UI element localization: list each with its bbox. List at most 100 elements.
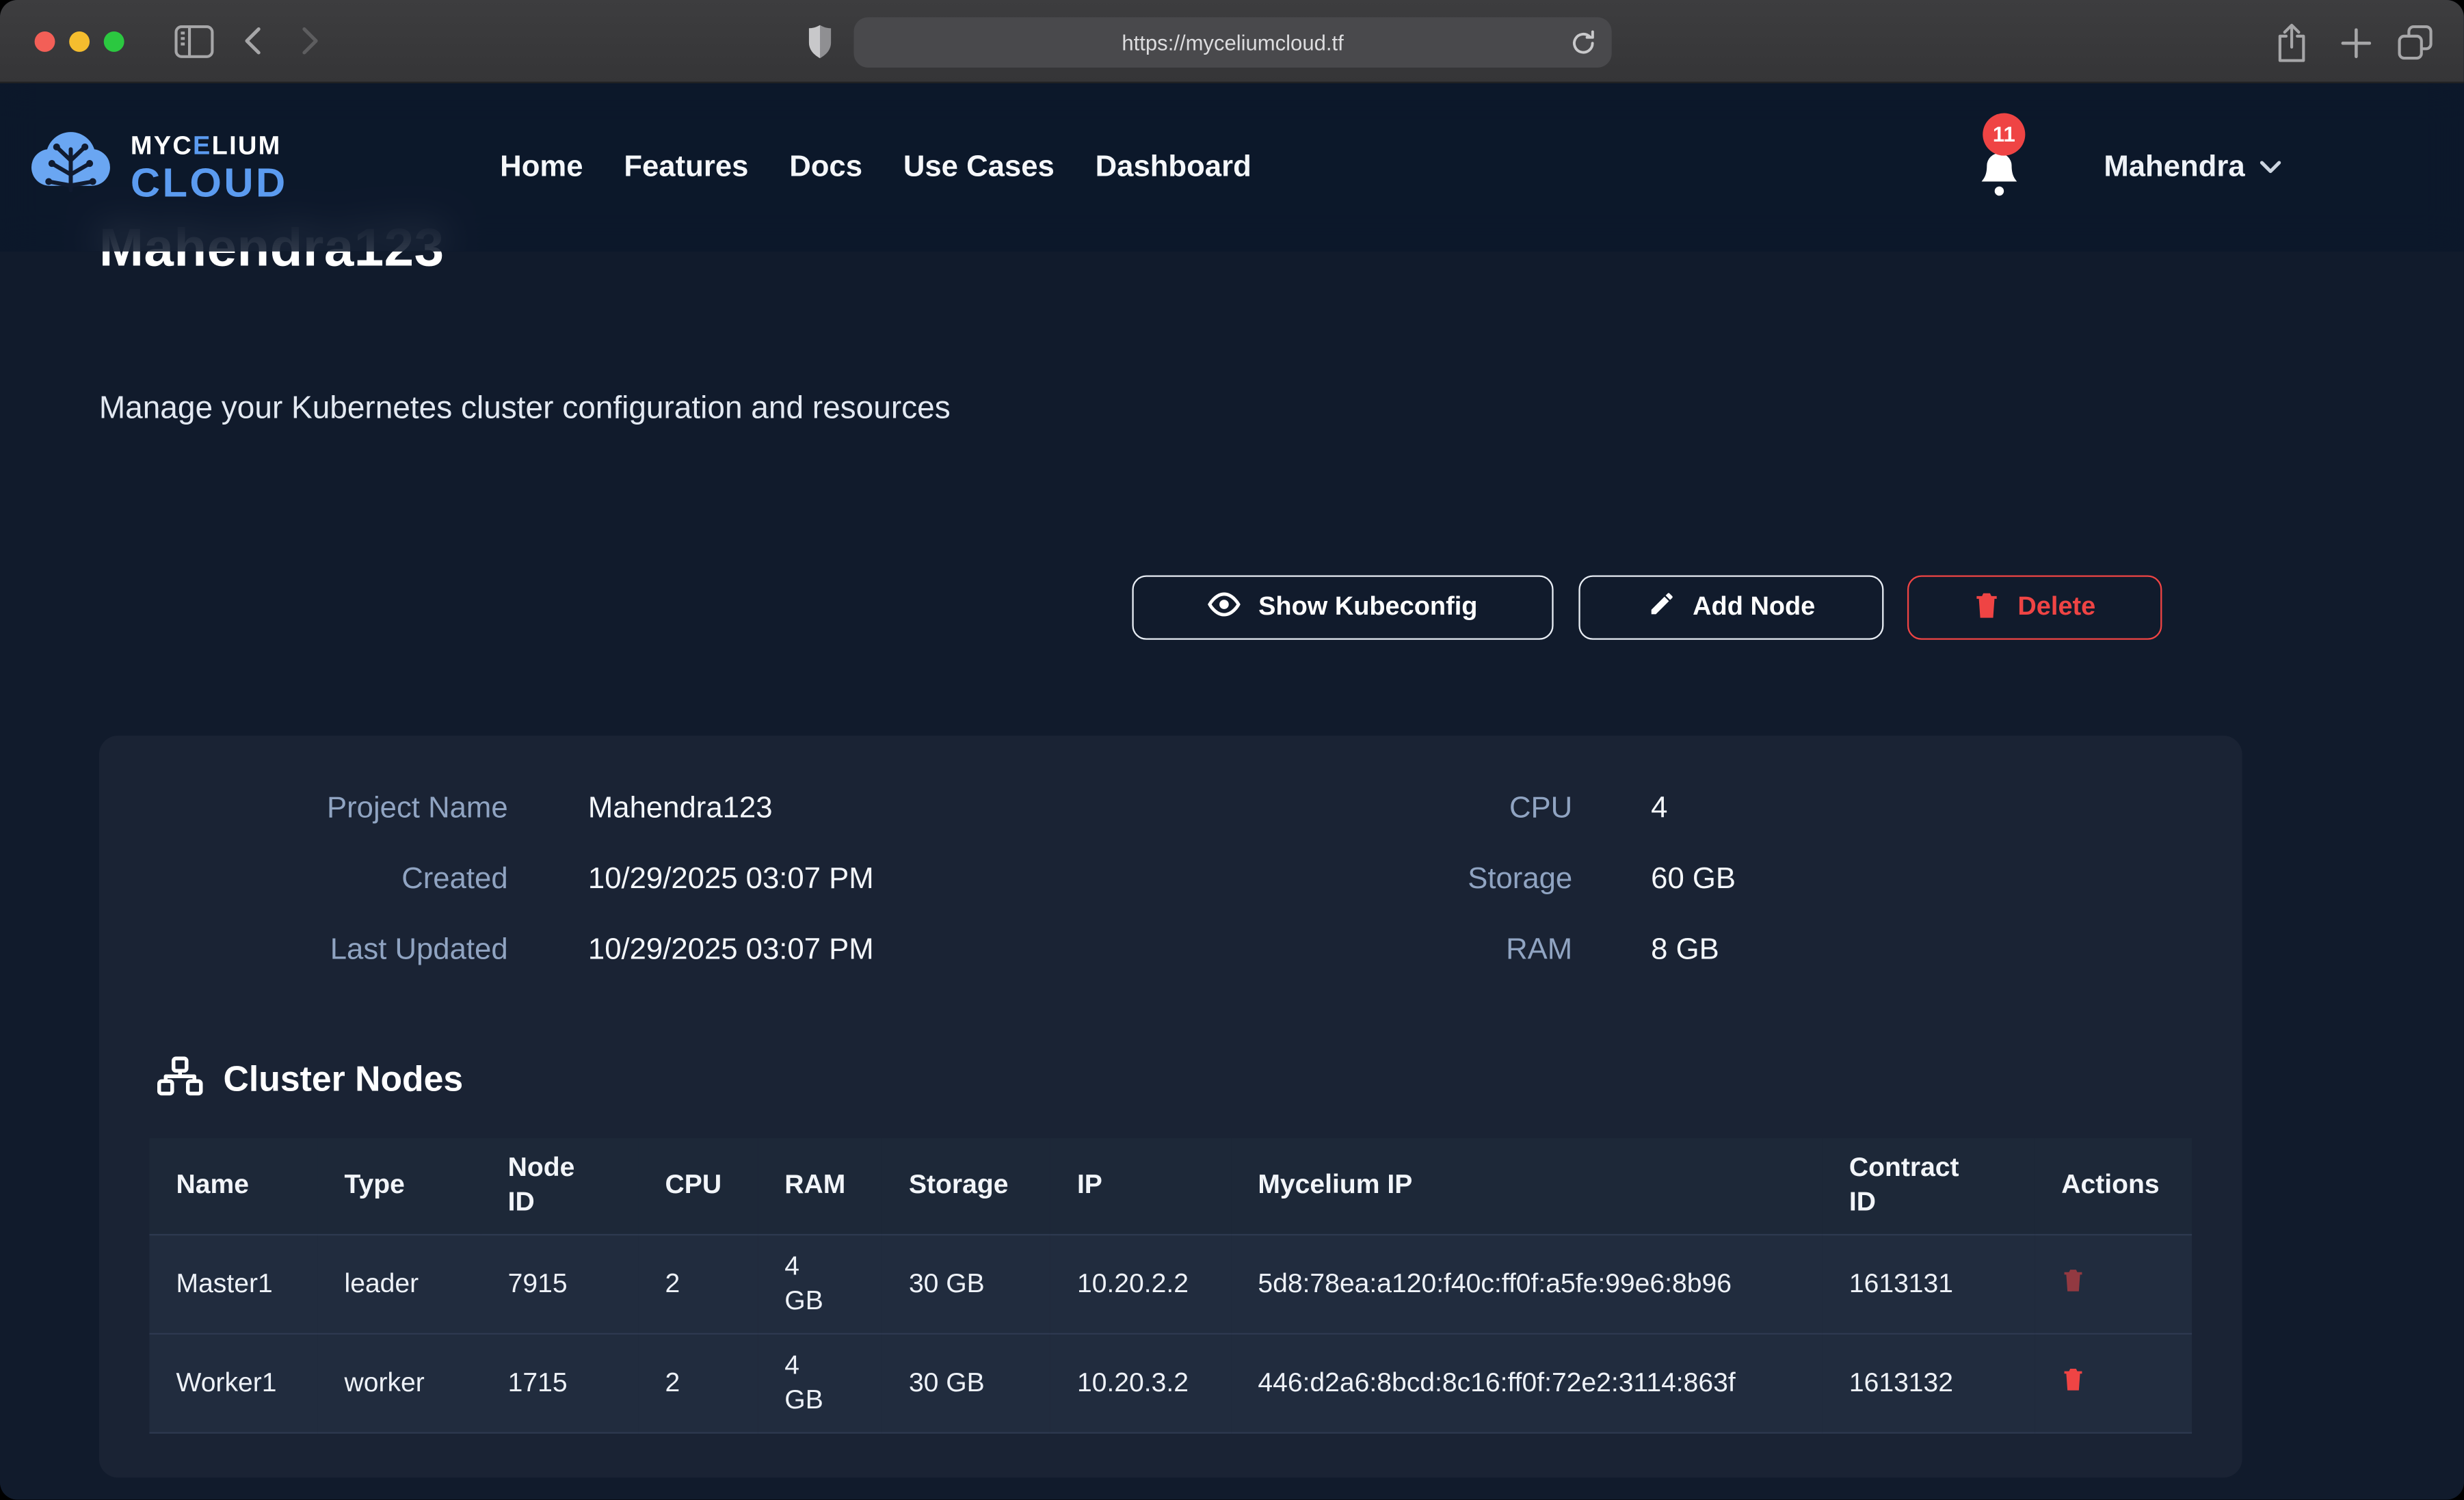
- chevron-down-icon: [2259, 153, 2281, 181]
- share-icon[interactable]: [2275, 22, 2308, 63]
- show-kubeconfig-button[interactable]: Show Kubeconfig: [1132, 576, 1553, 640]
- table-row: Master1 leader 7915 2 4 GB 30 GB 10.20.2…: [149, 1234, 2192, 1333]
- page-content: Mahendra123: [0, 83, 2464, 1500]
- back-button-icon[interactable]: [243, 27, 261, 55]
- col-ram: RAM: [758, 1138, 882, 1234]
- cpu-label: CPU: [1200, 792, 1572, 827]
- col-actions: Actions: [2035, 1138, 2192, 1234]
- cell-name: Master1: [149, 1234, 317, 1333]
- cell-contract-id: 1613131: [1823, 1234, 2035, 1333]
- project-name-value: Mahendra123: [588, 792, 773, 827]
- reload-icon[interactable]: [1571, 30, 1596, 57]
- delete-node-button[interactable]: [2061, 1365, 2084, 1397]
- cluster-info-right: CPU 4 Storage 60 GB RAM 8 GB: [1200, 773, 1736, 985]
- forward-button-icon[interactable]: [302, 27, 319, 55]
- network-icon: [157, 1056, 203, 1103]
- cell-mycelium-ip: 5d8:78ea:a120:f40c:ff0f:a5fe:99e6:8b96: [1231, 1234, 1822, 1333]
- mycelium-cloud-logo-icon: [27, 127, 115, 209]
- eye-icon: [1208, 590, 1241, 625]
- nav-link-docs[interactable]: Docs: [789, 150, 862, 185]
- cell-ip: 10.20.2.2: [1050, 1234, 1231, 1333]
- close-window-button[interactable]: [35, 31, 55, 52]
- cluster-card: Project Name Mahendra123 Created 10/29/2…: [99, 736, 2242, 1477]
- cell-storage: 30 GB: [882, 1333, 1050, 1432]
- url-text: https://myceliumcloud.tf: [1122, 31, 1343, 54]
- cell-contract-id: 1613132: [1823, 1333, 2035, 1432]
- delete-node-button[interactable]: [2061, 1265, 2084, 1298]
- table-row: Worker1 worker 1715 2 4 GB 30 GB 10.20.3…: [149, 1333, 2192, 1432]
- cluster-nodes-table: Name Type Node ID CPU RAM Storage IP Myc…: [149, 1138, 2192, 1433]
- browser-titlebar: https://myceliumcloud.tf: [0, 0, 2464, 83]
- ram-row: RAM 8 GB: [1200, 915, 1736, 985]
- cell-actions: [2035, 1234, 2192, 1333]
- created-row: Created 10/29/2025 03:07 PM: [99, 844, 874, 915]
- cell-node-id: 1715: [481, 1333, 639, 1432]
- cpu-row: CPU 4: [1200, 773, 1736, 844]
- delete-label: Delete: [2017, 593, 2095, 623]
- cell-mycelium-ip: 446:d2a6:8bcd:8c16:ff0f:72e2:3114:863f: [1231, 1333, 1822, 1432]
- last-updated-value: 10/29/2025 03:07 PM: [588, 933, 874, 968]
- bell-icon: [1978, 151, 2020, 206]
- col-storage: Storage: [882, 1138, 1050, 1234]
- cell-node-id: 7915: [481, 1234, 639, 1333]
- cell-type: leader: [317, 1234, 481, 1333]
- last-updated-label: Last Updated: [99, 933, 508, 968]
- nav-link-use-cases[interactable]: Use Cases: [903, 150, 1055, 185]
- sidebar-toggle-icon[interactable]: [174, 25, 213, 58]
- logo[interactable]: MYCELIUM CLOUD: [27, 98, 288, 239]
- cell-cpu: 2: [638, 1234, 758, 1333]
- logo-text: MYCELIUM CLOUD: [131, 133, 288, 203]
- cluster-nodes-heading: Cluster Nodes: [157, 1056, 463, 1103]
- cluster-nodes-label: Cluster Nodes: [223, 1060, 463, 1101]
- cell-ip: 10.20.3.2: [1050, 1333, 1231, 1432]
- cell-cpu: 2: [638, 1333, 758, 1432]
- nav-links: Home Features Docs Use Cases Dashboard: [500, 83, 1251, 252]
- cell-actions: [2035, 1333, 2192, 1432]
- cluster-info-left: Project Name Mahendra123 Created 10/29/2…: [99, 773, 874, 985]
- tab-overview-icon[interactable]: [2396, 23, 2434, 61]
- add-node-button[interactable]: Add Node: [1578, 576, 1883, 640]
- project-name-label: Project Name: [99, 792, 508, 827]
- cell-ram: 4 GB: [758, 1234, 882, 1333]
- logo-word-mycelium: MYCELIUM: [131, 133, 288, 159]
- page-subtitle: Manage your Kubernetes cluster configura…: [99, 392, 951, 428]
- nav-link-home[interactable]: Home: [500, 150, 583, 185]
- nav-link-dashboard[interactable]: Dashboard: [1096, 150, 1251, 185]
- col-ip: IP: [1050, 1138, 1231, 1234]
- zoom-window-button[interactable]: [104, 31, 124, 52]
- storage-value: 60 GB: [1651, 862, 1736, 897]
- nav-link-features[interactable]: Features: [624, 150, 748, 185]
- storage-row: Storage 60 GB: [1200, 844, 1736, 915]
- user-name: Mahendra: [2104, 150, 2244, 185]
- browser-window: https://myceliumcloud.tf: [0, 0, 2464, 1499]
- trash-icon: [1974, 589, 2000, 626]
- delete-cluster-button[interactable]: Delete: [1907, 576, 2162, 640]
- col-node-id: Node ID: [481, 1138, 639, 1234]
- minimize-window-button[interactable]: [69, 31, 90, 52]
- col-cpu: CPU: [638, 1138, 758, 1234]
- created-label: Created: [99, 862, 508, 897]
- col-type: Type: [317, 1138, 481, 1234]
- last-updated-row: Last Updated 10/29/2025 03:07 PM: [99, 915, 874, 985]
- ram-value: 8 GB: [1651, 933, 1719, 968]
- privacy-shield-icon[interactable]: [806, 23, 833, 59]
- cell-name: Worker1: [149, 1333, 317, 1432]
- show-kubeconfig-label: Show Kubeconfig: [1258, 593, 1477, 623]
- cpu-value: 4: [1651, 792, 1667, 827]
- col-contract-id: Contract ID: [1823, 1138, 2035, 1234]
- add-node-label: Add Node: [1693, 593, 1815, 623]
- site-navbar: MYCELIUM CLOUD Home Features Docs Use Ca…: [0, 83, 2464, 252]
- notifications-button[interactable]: 11: [1969, 83, 2041, 252]
- pencil-icon: [1647, 589, 1675, 626]
- cell-storage: 30 GB: [882, 1234, 1050, 1333]
- created-value: 10/29/2025 03:07 PM: [588, 862, 874, 897]
- cell-ram: 4 GB: [758, 1333, 882, 1432]
- project-name-row: Project Name Mahendra123: [99, 773, 874, 844]
- user-menu[interactable]: Mahendra: [2104, 83, 2281, 252]
- storage-label: Storage: [1200, 862, 1572, 897]
- logo-word-cloud: CLOUD: [131, 162, 288, 203]
- table-header-row: Name Type Node ID CPU RAM Storage IP Myc…: [149, 1138, 2192, 1234]
- cell-type: worker: [317, 1333, 481, 1432]
- address-bar[interactable]: https://myceliumcloud.tf: [853, 17, 1611, 68]
- new-tab-icon[interactable]: [2342, 28, 2372, 58]
